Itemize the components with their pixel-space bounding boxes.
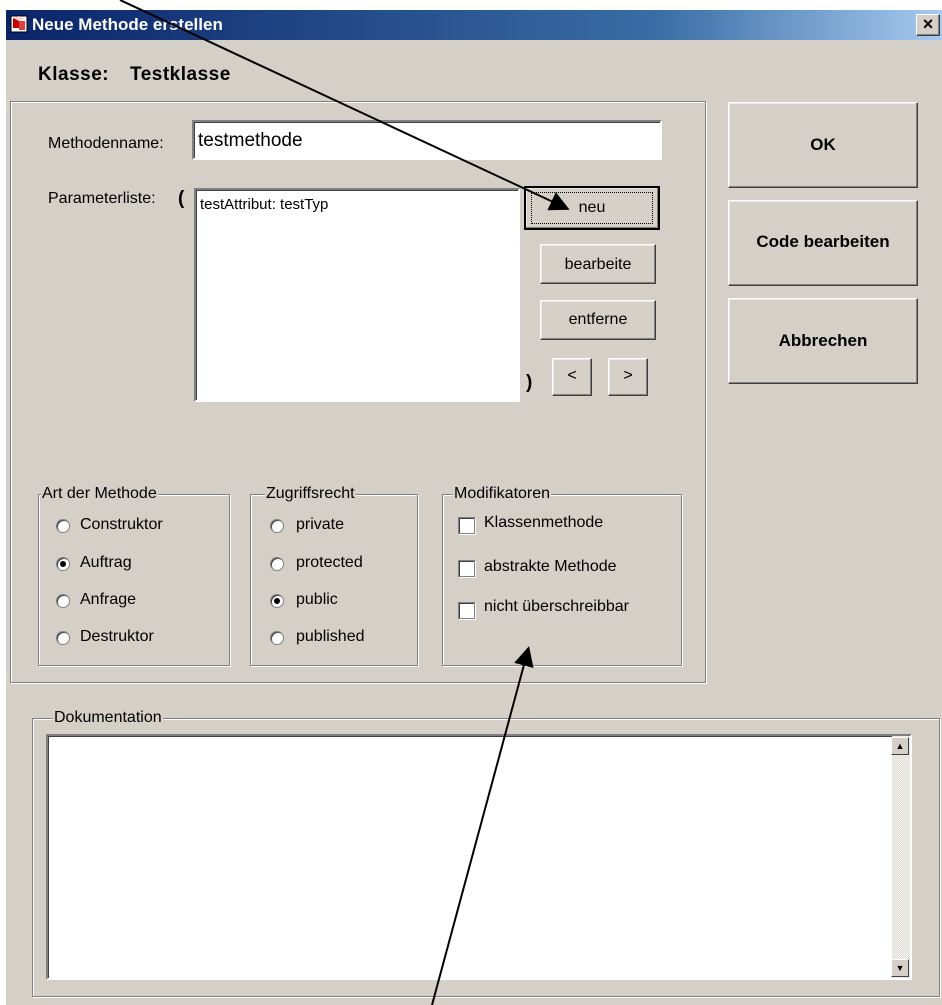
annotation-overlay	[119, 0, 570, 1005]
annotation-arrow-to-neu	[119, 0, 570, 211]
annotation-arrow-to-modifikatoren	[431, 646, 534, 1005]
